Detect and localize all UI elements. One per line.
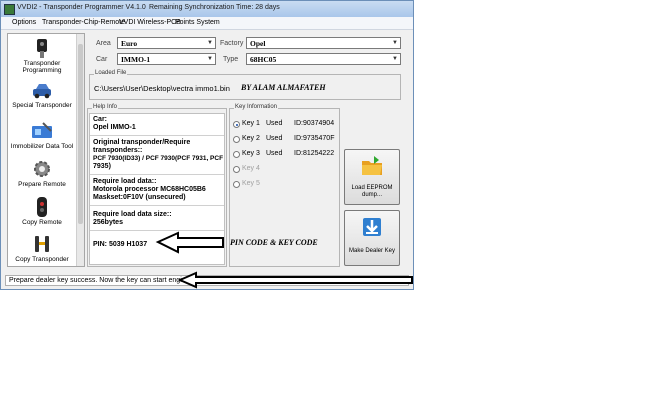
arrow-to-pin-icon [155, 231, 224, 254]
annotation-overlay [155, 231, 413, 289]
arrow-to-status-icon [177, 271, 413, 289]
